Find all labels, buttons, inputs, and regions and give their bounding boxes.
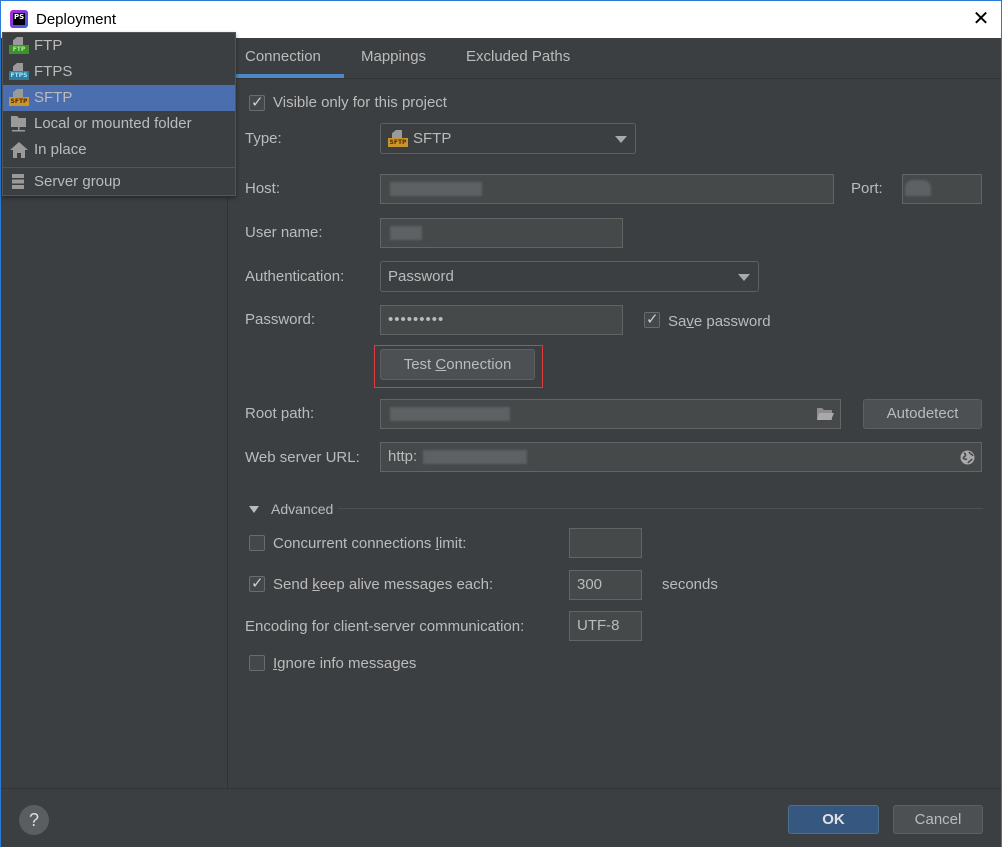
concurrent-limit-checkbox[interactable] <box>249 535 265 551</box>
ftp-icon: FTP <box>9 37 29 55</box>
visible-only-checkbox[interactable] <box>249 93 265 111</box>
ignore-info-label: Ignore info messages <box>273 655 417 672</box>
encoding-input[interactable]: UTF-8 <box>569 611 642 641</box>
password-input[interactable]: ••••••••• <box>380 305 623 335</box>
popup-item-ftps[interactable]: FTPS FTPS <box>3 59 235 85</box>
keep-alive-checkbox[interactable] <box>249 574 265 592</box>
popup-item-local-folder[interactable]: Local or mounted folder <box>3 111 235 137</box>
authentication-label: Authentication: <box>245 268 345 285</box>
popup-item-label: SFTP <box>34 89 73 106</box>
type-select-value: SFTP <box>413 130 452 147</box>
tab-mappings[interactable]: Mappings <box>361 48 426 65</box>
popup-item-ftp[interactable]: FTP FTP <box>3 33 235 59</box>
redacted-value <box>905 180 931 196</box>
folder-icon[interactable] <box>816 407 834 421</box>
popup-separator <box>3 167 235 168</box>
concurrent-limit-label: Concurrent connections limit: <box>273 535 467 552</box>
popup-item-label: Local or mounted folder <box>34 115 192 132</box>
folder-network-icon <box>9 115 29 133</box>
username-label: User name: <box>245 224 323 241</box>
web-server-url-label: Web server URL: <box>245 449 360 466</box>
popup-item-label: FTPS <box>34 63 73 80</box>
web-server-url-value: http: <box>388 448 418 465</box>
password-label: Password: <box>245 311 316 328</box>
username-input[interactable] <box>380 218 623 248</box>
save-password-label: Save password <box>668 313 771 330</box>
active-tab-indicator <box>228 74 344 78</box>
close-button[interactable]: ✕ <box>971 9 991 29</box>
home-icon <box>9 141 29 159</box>
globe-icon[interactable] <box>960 450 975 465</box>
host-input[interactable] <box>380 174 834 204</box>
redacted-value <box>390 226 422 240</box>
root-path-input[interactable] <box>380 399 841 429</box>
save-password-checkbox[interactable] <box>644 310 660 328</box>
type-select[interactable]: SFTP SFTP <box>380 123 636 154</box>
cancel-button[interactable]: Cancel <box>893 805 983 834</box>
redacted-value <box>423 450 527 464</box>
type-label: Type: <box>245 130 282 147</box>
server-type-popup: FTP FTP FTPS FTPS SFTP SFTP Local or mou… <box>2 32 236 196</box>
concurrent-limit-input[interactable] <box>569 528 642 558</box>
chevron-down-icon <box>615 136 627 143</box>
advanced-divider <box>338 508 983 509</box>
config-tabs: Connection Mappings Excluded Paths <box>228 38 1001 79</box>
phpstorm-app-icon: PS <box>10 10 28 28</box>
keep-alive-interval-input[interactable]: 300 <box>569 570 642 600</box>
chevron-down-icon <box>738 274 750 281</box>
popup-item-in-place[interactable]: In place <box>3 137 235 163</box>
window-title: Deployment <box>36 11 117 28</box>
authentication-select[interactable]: Password <box>380 261 759 292</box>
host-label: Host: <box>245 180 281 197</box>
authentication-select-value: Password <box>388 268 454 285</box>
advanced-section-header[interactable]: Advanced <box>271 501 333 517</box>
popup-item-sftp[interactable]: SFTP SFTP <box>3 85 235 111</box>
keep-alive-unit-label: seconds <box>662 576 718 593</box>
popup-item-label: In place <box>34 141 87 158</box>
redacted-value <box>390 407 510 421</box>
sftp-icon: SFTP <box>388 130 408 148</box>
deployment-dialog: PS Deployment ✕ + − ✔ FTP FTP FTPS FTPS … <box>0 0 1002 847</box>
web-server-url-input[interactable]: http: <box>380 442 982 472</box>
encoding-label: Encoding for client-server communication… <box>245 618 525 635</box>
advanced-collapse-icon[interactable] <box>249 506 259 513</box>
redacted-value <box>390 182 482 196</box>
sftp-icon: SFTP <box>9 89 29 107</box>
server-group-icon <box>9 173 29 191</box>
dialog-footer: ? OK Cancel <box>1 788 1001 847</box>
root-path-label: Root path: <box>245 405 315 422</box>
autodetect-button[interactable]: Autodetect <box>863 399 982 429</box>
popup-item-label: FTP <box>34 37 63 54</box>
ignore-info-checkbox[interactable] <box>249 655 265 671</box>
help-button[interactable]: ? <box>19 805 49 835</box>
popup-item-label: Server group <box>34 173 121 190</box>
popup-item-server-group[interactable]: Server group <box>3 169 235 195</box>
test-connection-button[interactable]: Test Connection <box>380 349 535 380</box>
tab-excluded-paths[interactable]: Excluded Paths <box>466 48 570 65</box>
port-input[interactable] <box>902 174 982 204</box>
ok-button[interactable]: OK <box>788 805 879 834</box>
server-config-panel: Connection Mappings Excluded Paths Visib… <box>228 38 1001 788</box>
keep-alive-label: Send keep alive messages each: <box>273 576 494 593</box>
visible-only-label: Visible only for this project <box>273 94 447 111</box>
tab-connection[interactable]: Connection <box>245 48 321 65</box>
ftps-icon: FTPS <box>9 63 29 81</box>
port-label: Port: <box>851 180 883 197</box>
